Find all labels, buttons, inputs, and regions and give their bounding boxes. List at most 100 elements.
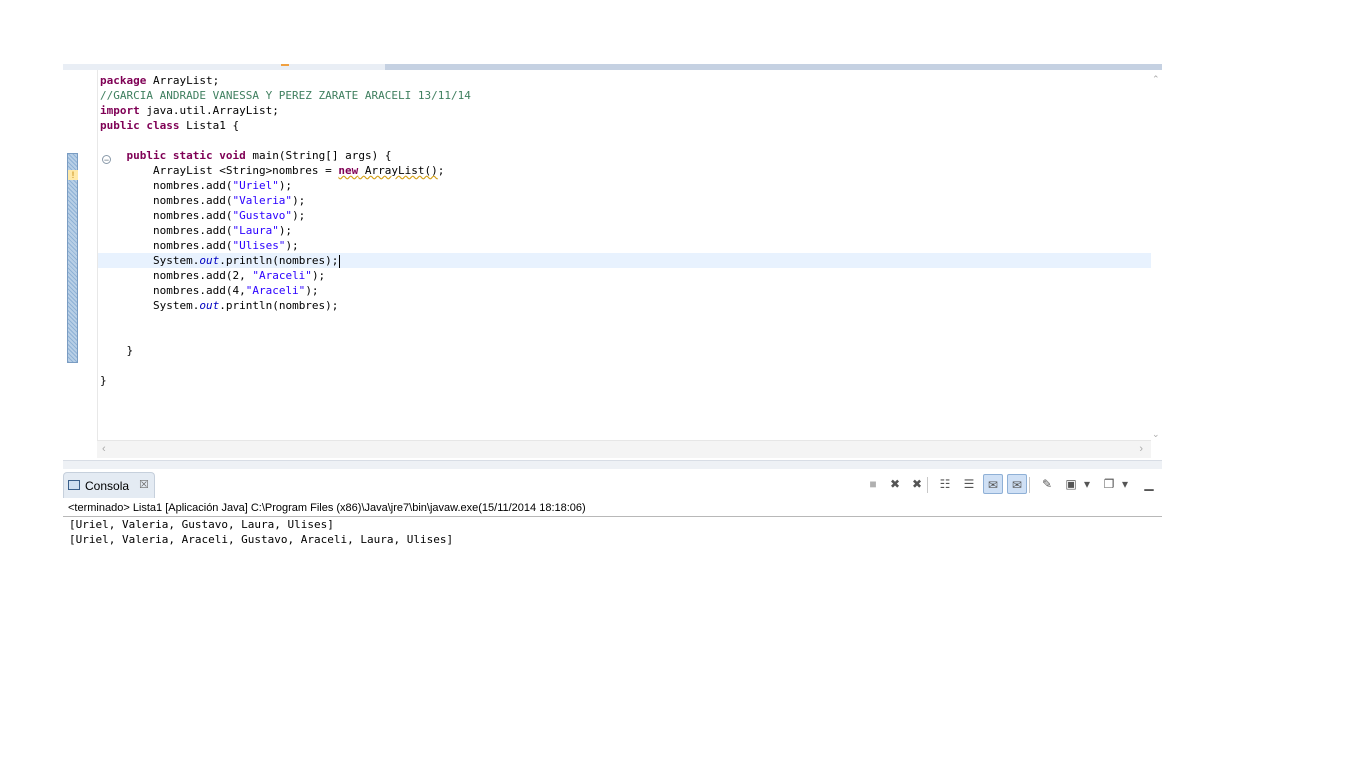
code-token: nombres.add( <box>100 239 233 252</box>
code-token: .println(nombres); <box>219 299 339 312</box>
code-token: "Araceli" <box>245 284 306 297</box>
code-token: ); <box>292 194 306 207</box>
code-line: public static void main(String[] args) { <box>100 148 392 163</box>
console-tab-bar: Consola ☒ ■ ✖ ✖ ☷ ☰ ✉ ✉ ✎ ▣ ▾ ❐ ▾ ▁ <box>63 470 1162 498</box>
code-token: package <box>100 74 147 87</box>
code-line: package ArrayList; <box>100 73 219 88</box>
code-line: nombres.add("Uriel"); <box>100 178 292 193</box>
code-line: nombres.add("Gustavo"); <box>100 208 305 223</box>
code-token: "Valeria" <box>232 194 293 207</box>
code-token: import <box>100 104 140 117</box>
code-token: ); <box>278 224 293 237</box>
dirty-marker <box>281 64 289 66</box>
code-token: ArrayList() <box>358 164 438 177</box>
code-token: nombres.add(4, <box>100 284 246 297</box>
show-on-stderr-icon[interactable]: ✉ <box>1007 474 1027 494</box>
code-token: Lista1 { <box>179 119 240 132</box>
code-line: } <box>100 373 107 388</box>
panel-splitter[interactable] <box>63 460 1162 469</box>
code-line: import java.util.ArrayList; <box>100 103 279 118</box>
remove-all-launches-icon[interactable]: ✖ <box>907 474 927 494</box>
code-token: ); <box>305 284 319 297</box>
code-line: System.out.println(nombres); <box>100 298 338 313</box>
code-token: nombres.add(2, <box>100 269 253 282</box>
code-token: ); <box>311 269 326 282</box>
code-token: ); <box>285 239 299 252</box>
code-token: public <box>100 119 140 132</box>
clear-console-icon[interactable]: ☷ <box>935 474 955 494</box>
code-token: "Laura" <box>232 224 279 237</box>
code-token: ); <box>292 209 306 222</box>
code-token: //GARCIA ANDRADE VANESSA Y PEREZ ZARATE … <box>100 89 471 102</box>
scroll-right-icon[interactable]: › <box>1139 443 1143 455</box>
tab-console-label: Consola <box>85 479 130 493</box>
code-token: void <box>219 149 246 162</box>
code-token: nombres.add( <box>100 209 233 222</box>
code-token: ); <box>278 179 293 192</box>
console-process-description: <terminado> Lista1 [Aplicación Java] C:\… <box>63 500 1162 517</box>
text-caret <box>339 254 341 268</box>
close-icon[interactable]: ☒ <box>139 478 149 491</box>
quick-diff-bar[interactable] <box>67 153 78 363</box>
pin-console-icon[interactable]: ✎ <box>1037 474 1057 494</box>
vertical-ruler[interactable]: ! <box>63 70 79 445</box>
open-console-icon[interactable]: ❐ <box>1099 474 1119 494</box>
code-token: ArrayList; <box>146 74 220 87</box>
code-line: nombres.add("Ulises"); <box>100 238 299 253</box>
code-token: public <box>126 149 167 162</box>
code-token: out <box>199 299 220 312</box>
display-console-icon[interactable]: ▣ <box>1061 474 1081 494</box>
code-line: ArrayList <String>nombres = new ArrayLis… <box>100 163 444 178</box>
code-line: nombres.add(4,"Araceli"); <box>100 283 319 298</box>
code-line: nombres.add("Laura"); <box>100 223 292 238</box>
remove-launch-icon[interactable]: ✖ <box>885 474 905 494</box>
show-on-stdout-icon[interactable]: ✉ <box>983 474 1003 494</box>
code-token: "Gustavo" <box>232 209 293 222</box>
code-text-area[interactable]: package ArrayList;//GARCIA ANDRADE VANES… <box>97 70 1152 440</box>
minimize-icon[interactable]: ▁ <box>1139 474 1159 494</box>
display-dropdown-icon[interactable]: ▾ <box>1081 474 1093 494</box>
code-token: } <box>100 374 107 387</box>
code-token: static <box>172 149 213 162</box>
scroll-left-icon[interactable]: ‹ <box>102 443 106 455</box>
code-token: System. <box>100 254 200 267</box>
code-line: public class Lista1 { <box>100 118 239 133</box>
code-line: System.out.println(nombres); <box>100 253 341 268</box>
code-token: "Ulises" <box>232 239 286 252</box>
code-token: "Uriel" <box>232 179 279 192</box>
code-token: nombres.add( <box>100 179 233 192</box>
tab-console[interactable]: Consola ☒ <box>63 472 155 498</box>
code-token: } <box>100 344 134 357</box>
code-token: java.util.ArrayList; <box>139 104 279 117</box>
vertical-scrollbar[interactable]: ⌃ ⌄ <box>1151 70 1162 440</box>
code-token: ArrayList <String>nombres = <box>100 164 339 177</box>
code-token: new <box>338 164 359 177</box>
code-token: "Araceli" <box>252 269 312 282</box>
console-output[interactable]: [Uriel, Valeria, Gustavo, Laura, Ulises]… <box>63 517 1162 577</box>
output-line: [Uriel, Valeria, Araceli, Gustavo, Arace… <box>69 533 454 546</box>
open-dropdown-icon[interactable]: ▾ <box>1119 474 1131 494</box>
scroll-lock-icon[interactable]: ☰ <box>959 474 979 494</box>
horizontal-scrollbar[interactable]: ‹ › <box>97 440 1151 458</box>
code-editor[interactable]: ! − package ArrayList;//GARCIA ANDRADE V… <box>63 64 1162 459</box>
code-line: } <box>100 343 133 358</box>
code-line: nombres.add("Valeria"); <box>100 193 305 208</box>
output-line: [Uriel, Valeria, Gustavo, Laura, Ulises] <box>69 518 334 531</box>
code-token: class <box>146 119 180 132</box>
toolbar-separator <box>927 477 928 493</box>
process-label: <terminado> Lista1 [Aplicación Java] C:\… <box>68 502 586 514</box>
folding-ruler: − <box>79 70 111 445</box>
scroll-up-icon[interactable]: ⌃ <box>1152 74 1160 85</box>
code-token: .println(nombres); <box>219 254 339 267</box>
scroll-down-icon[interactable]: ⌄ <box>1152 429 1160 440</box>
code-token: main(String[] args) { <box>245 149 392 162</box>
code-token: ; <box>437 164 445 177</box>
code-token: nombres.add( <box>100 194 233 207</box>
code-token: nombres.add( <box>100 224 233 237</box>
terminate-icon[interactable]: ■ <box>863 474 883 494</box>
code-token: out <box>199 254 220 267</box>
warning-icon[interactable]: ! <box>68 170 78 180</box>
console-icon <box>68 480 80 490</box>
